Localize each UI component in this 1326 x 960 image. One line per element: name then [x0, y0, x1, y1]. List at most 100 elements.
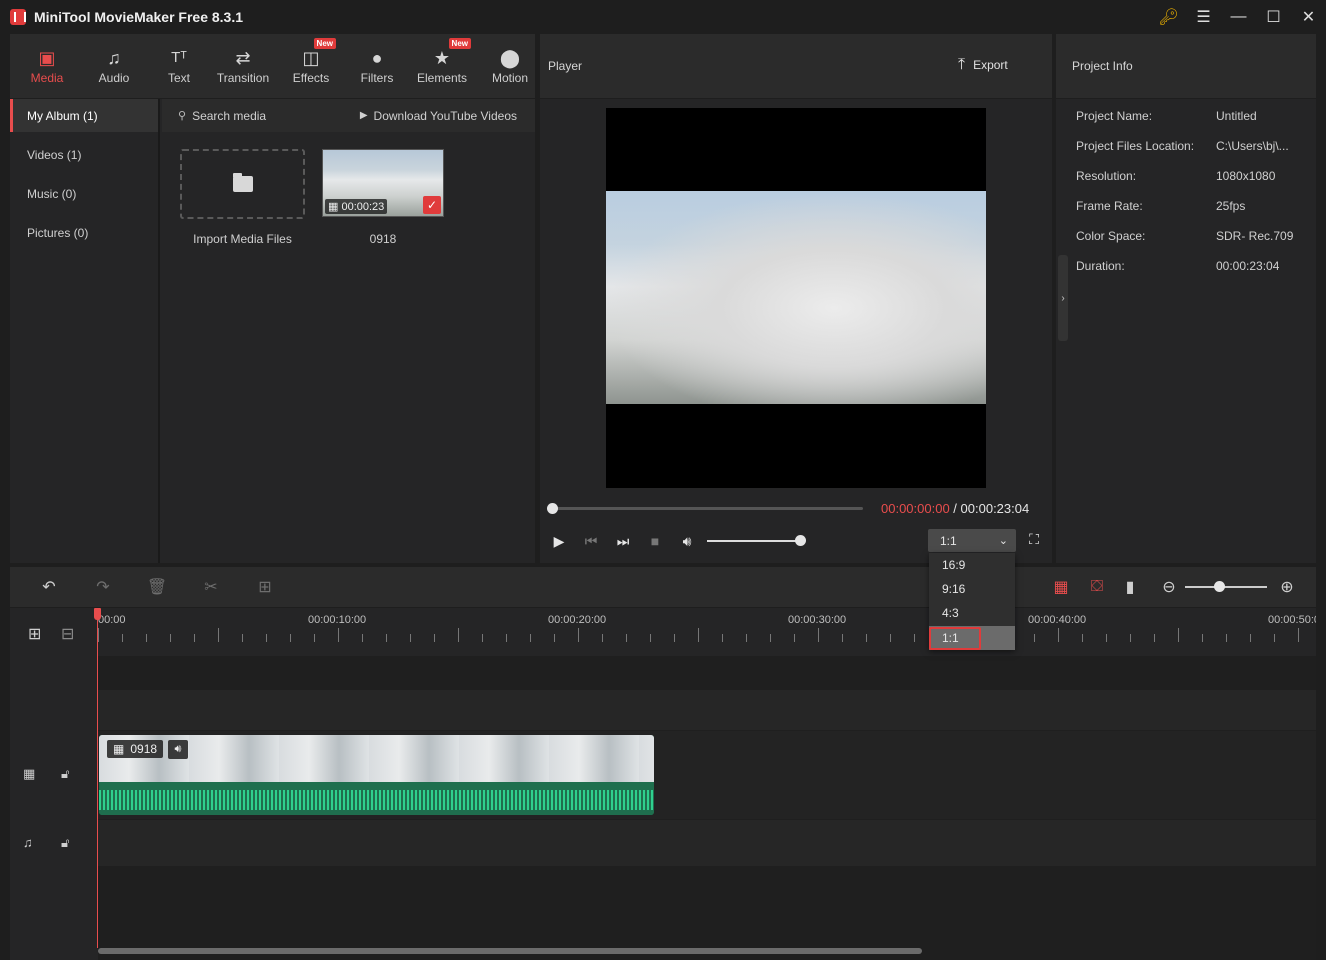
- player-title: Player: [548, 59, 583, 73]
- split-icon[interactable]: ✂: [201, 577, 221, 597]
- key-icon[interactable]: 🔑︎: [1151, 0, 1186, 34]
- ruler-tick: [434, 634, 435, 642]
- add-track-icon[interactable]: ⊞: [28, 624, 41, 644]
- playhead[interactable]: [97, 608, 98, 948]
- stop-button[interactable]: ■: [645, 531, 665, 551]
- playback-progress-bar[interactable]: [552, 507, 863, 510]
- ruler-tick: [770, 634, 771, 642]
- film-icon: ▦: [113, 742, 125, 756]
- media-clip-thumbnail[interactable]: ▦ 00:00:23 ✓: [322, 149, 444, 217]
- media-clip-name: 0918: [369, 232, 397, 246]
- aspect-option-16-9[interactable]: 16:9: [929, 553, 1015, 577]
- music-track[interactable]: [98, 820, 1316, 866]
- timeline-toolbar: ↶ ↷ 🗑︎ ✂ ⊞ ▦ ⛋ ▮ ⊖ ⊕: [10, 567, 1316, 607]
- ruler-tick: [1154, 634, 1155, 642]
- remove-track-icon[interactable]: ⊟: [61, 624, 74, 644]
- ruler-label: 00:00:10:00: [308, 614, 367, 626]
- volume-icon[interactable]: 🔊︎: [677, 531, 697, 551]
- crop-icon[interactable]: ⊞: [255, 577, 275, 597]
- tab-filters[interactable]: ● Filters: [359, 34, 395, 98]
- minimize-button[interactable]: —: [1221, 0, 1256, 34]
- close-button[interactable]: ✕: [1291, 0, 1326, 34]
- import-media-label: Import Media Files: [193, 232, 292, 246]
- tab-motion[interactable]: ⬤ Motion: [490, 34, 530, 98]
- speaker-icon[interactable]: 🔊︎: [168, 740, 188, 759]
- timeline-ruler[interactable]: 00:00 00:00:10:00 00:00:20:00 00:00:30:0…: [98, 608, 1316, 656]
- tab-text[interactable]: Tᵀ Text: [165, 34, 193, 98]
- ruler-tick: [530, 634, 531, 642]
- timeline-scrollbar[interactable]: [98, 948, 922, 954]
- play-button[interactable]: ▶: [549, 531, 569, 551]
- player: 00:00:00:00 / 00:00:23:04 ▶ ⏮ ⏭ ■ 🔊︎ 1:1…: [540, 99, 1052, 563]
- ruler-tick: [698, 628, 699, 642]
- text-track[interactable]: [98, 690, 1316, 730]
- delete-icon[interactable]: 🗑︎: [147, 577, 167, 597]
- fit-timeline-icon[interactable]: ▮: [1120, 577, 1140, 597]
- zoom-out-icon[interactable]: ⊖: [1159, 577, 1179, 597]
- new-badge: New: [448, 38, 471, 49]
- aspect-ratio-select[interactable]: 1:1 ⌄: [928, 529, 1016, 552]
- tab-elements[interactable]: ★ Elements New: [415, 34, 471, 98]
- album-item-music[interactable]: Music (0): [10, 174, 158, 213]
- ruler-tick: [650, 634, 651, 642]
- download-youtube-button[interactable]: ▶ Download YouTube Videos: [360, 109, 517, 123]
- next-frame-button[interactable]: ⏭: [613, 531, 633, 551]
- split-audio-icon[interactable]: ▦: [1051, 577, 1071, 597]
- album-item-my-album[interactable]: My Album (1): [10, 99, 158, 132]
- collapse-panel-handle[interactable]: ›: [1058, 255, 1068, 341]
- ruler-tick: [194, 634, 195, 642]
- ruler-tick: [1034, 634, 1035, 642]
- volume-slider[interactable]: [707, 540, 801, 542]
- ruler-tick: [314, 634, 315, 642]
- ruler-tick: [722, 634, 723, 642]
- video-preview: [606, 108, 986, 488]
- ruler-tick: [218, 628, 219, 642]
- ruler-tick: [338, 628, 339, 642]
- export-button[interactable]: ⤒ Export: [958, 56, 1008, 74]
- ruler-tick: [170, 634, 171, 642]
- tab-media[interactable]: ▣ Media: [30, 34, 64, 98]
- checkmark-icon: ✓: [423, 196, 441, 214]
- app-title: MiniTool MovieMaker Free 8.3.1: [34, 9, 244, 25]
- tab-transition[interactable]: ⇄ Transition: [214, 34, 272, 98]
- album-item-pictures[interactable]: Pictures (0): [10, 213, 158, 252]
- fullscreen-icon[interactable]: ⛶: [1025, 531, 1043, 549]
- music-track-icon: ♫: [23, 835, 33, 850]
- timeline-video-clip[interactable]: ▦ 0918 🔊︎: [99, 735, 654, 815]
- redo-icon[interactable]: ↷: [93, 577, 113, 597]
- zoom-slider[interactable]: [1185, 586, 1267, 588]
- media-search-bar: ⚲ Search media ▶ Download YouTube Videos: [162, 99, 535, 132]
- aspect-option-4-3[interactable]: 4:3: [929, 601, 1015, 625]
- tab-effects[interactable]: ◫ Effects New: [290, 34, 336, 98]
- ruler-tick: [386, 634, 387, 642]
- ruler-tick: [554, 634, 555, 642]
- import-media-button[interactable]: [180, 149, 305, 219]
- menu-icon[interactable]: ☰: [1186, 0, 1221, 34]
- volume-knob[interactable]: [795, 535, 806, 546]
- lock-icon[interactable]: 🔓︎: [61, 766, 69, 782]
- filters-icon: ●: [371, 48, 383, 68]
- aspect-option-9-16[interactable]: 9:16: [929, 577, 1015, 601]
- ruler-tick: [1058, 628, 1059, 642]
- maximize-button[interactable]: ☐: [1256, 0, 1291, 34]
- snap-icon[interactable]: ⛋: [1087, 577, 1107, 597]
- playback-progress-knob[interactable]: [547, 503, 558, 514]
- zoom-in-icon[interactable]: ⊕: [1277, 577, 1297, 597]
- search-input[interactable]: ⚲ Search media: [178, 109, 266, 123]
- tab-audio[interactable]: ♫ Audio: [96, 34, 132, 98]
- clip-duration: ▦ 00:00:23: [325, 199, 388, 214]
- previous-frame-button[interactable]: ⏮: [581, 531, 601, 551]
- ruler-label: 00:00:20:00: [548, 614, 607, 626]
- elements-icon: ★: [433, 48, 451, 68]
- zoom-knob[interactable]: [1214, 581, 1225, 592]
- undo-icon[interactable]: ↶: [39, 577, 59, 597]
- ruler-tick: [578, 628, 579, 642]
- lock-icon[interactable]: 🔓︎: [61, 835, 69, 851]
- ruler-label: 00:00:30:00: [788, 614, 847, 626]
- album-item-videos[interactable]: Videos (1): [10, 135, 158, 174]
- youtube-icon: ▶: [359, 110, 368, 121]
- ruler-tick: [506, 634, 507, 642]
- ruler-tick: [626, 634, 627, 642]
- motion-icon: ⬤: [499, 48, 521, 68]
- playhead-handle[interactable]: [94, 608, 101, 620]
